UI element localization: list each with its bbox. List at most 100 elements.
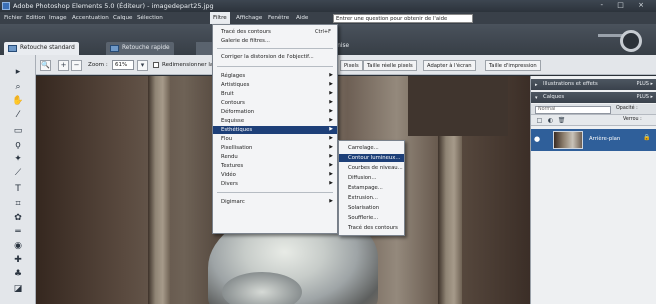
submenu-item-courbes-niveau[interactable]: Courbes de niveau... (339, 164, 404, 172)
menu-item-trace-contours[interactable]: Tracé des contours Ctrl+F (213, 28, 337, 36)
submenu-item-carrelage[interactable]: Carrelage... (339, 144, 404, 152)
menu-item-label: Digimarc (221, 199, 245, 205)
tab-third[interactable] (196, 42, 212, 55)
menu-item-artistiques[interactable]: Artistiques ▶ (213, 81, 337, 89)
submenu-item-extrusion[interactable]: Extrusion... (339, 194, 404, 202)
menu-fichier[interactable]: Fichier (4, 15, 22, 21)
menu-fenetre[interactable]: Fenêtre (268, 15, 289, 21)
menu-separator (217, 48, 333, 49)
menu-calque[interactable]: Calque (113, 15, 132, 21)
zoom-slider-icon[interactable]: ▾ (137, 60, 148, 71)
submenu-item-solarisation[interactable]: Solarisation (339, 204, 404, 212)
layers-palette-header[interactable]: ▾ Calques PLUS ▸ (531, 92, 656, 103)
window-controls[interactable]: - □ × (601, 1, 650, 9)
tab-label: Retouche rapide (122, 45, 170, 51)
quick-fix-icon (110, 45, 119, 52)
menu-item-label: Réglages (221, 73, 246, 79)
submenu-item-contour-lumineux[interactable]: Contour lumineux... (339, 154, 404, 162)
layer-name: Arrière-plan (589, 136, 621, 142)
menu-item-bruit[interactable]: Bruit ▶ (213, 90, 337, 98)
resize-window-checkbox[interactable] (153, 62, 159, 68)
new-layer-icon[interactable]: □ (535, 116, 544, 125)
magic-wand-icon[interactable]: ✦ (11, 153, 25, 166)
adjustment-layer-icon[interactable]: ◐ (546, 116, 555, 125)
marquee-tool-icon[interactable]: ▭ (11, 125, 25, 138)
menu-item-esquisse[interactable]: Esquisse ▶ (213, 117, 337, 125)
menu-item-label: Galerie de filtres... (221, 38, 270, 44)
print-size-button[interactable]: Taille d'impression (485, 60, 541, 71)
menu-edition[interactable]: Edition (26, 15, 45, 21)
fit-screen-button[interactable]: Adapter à l'écran (423, 60, 476, 71)
menu-item-corriger-distorsion[interactable]: Corriger la distorsion de l'objectif... (213, 53, 337, 61)
zoom-tool-icon[interactable]: 🔍 (40, 60, 51, 71)
submenu-arrow-icon: ▶ (329, 136, 333, 141)
submenu-arrow-icon: ▶ (329, 163, 333, 168)
blend-mode-select[interactable]: Normal (535, 106, 611, 114)
clone-stamp-icon[interactable]: ♣ (11, 268, 25, 281)
effects-palette-header[interactable]: ▸ Illustrations et effets PLUS ▸ (531, 79, 656, 90)
straighten-tool-icon[interactable]: ═ (11, 226, 25, 239)
brush-selection-icon[interactable]: ⟋ (11, 167, 25, 180)
pixels-button[interactable]: Pixels (340, 60, 363, 71)
hand-tool-icon[interactable]: ✋ (11, 95, 25, 108)
zoom-in-icon[interactable]: + (58, 60, 69, 71)
menu-item-divers[interactable]: Divers ▶ (213, 180, 337, 188)
eraser-tool-icon[interactable]: ◪ (11, 283, 25, 296)
layers-more-button[interactable]: PLUS ▸ (637, 94, 653, 100)
tab-retouche-standard[interactable]: Retouche standard (4, 42, 79, 55)
menu-item-esthetiques[interactable]: Esthétiques ▶ (213, 126, 337, 134)
menu-item-flou[interactable]: Flou ▶ (213, 135, 337, 143)
help-search-input[interactable]: Entrer une question pour obtenir de l'ai… (333, 14, 473, 23)
visibility-eye-icon[interactable]: ● (534, 135, 540, 143)
menu-item-label: Vidéo (221, 172, 236, 178)
menu-item-label: Rendu (221, 154, 238, 160)
menu-accentuation[interactable]: Accentuation (72, 15, 109, 21)
menu-item-galerie-filtres[interactable]: Galerie de filtres... (213, 37, 337, 45)
menu-item-pixellisation[interactable]: Pixellisation ▶ (213, 144, 337, 152)
effects-more-button[interactable]: PLUS ▸ (637, 81, 653, 87)
menu-item-label: Flou (221, 136, 233, 142)
menu-item-reglages[interactable]: Réglages ▶ (213, 72, 337, 80)
menu-selection[interactable]: Sélection (137, 15, 163, 21)
cookie-cutter-icon[interactable]: ✿ (11, 212, 25, 225)
move-tool-icon[interactable]: ▸ (11, 66, 25, 79)
layer-row[interactable]: ● Arrière-plan 🔒 (531, 129, 656, 151)
submenu-item-estampage[interactable]: Estampage... (339, 184, 404, 192)
resize-window-label: Redimensionner la (162, 62, 214, 68)
column-left (148, 76, 170, 304)
red-eye-tool-icon[interactable]: ◉ (11, 240, 25, 253)
camera-logo-icon (598, 28, 650, 52)
menu-item-rendu[interactable]: Rendu ▶ (213, 153, 337, 161)
actual-pixels-button[interactable]: Taille réelle pixels (363, 60, 417, 71)
zoom-input[interactable]: 61% (112, 60, 134, 70)
submenu-item-soufflerie[interactable]: Soufflerie... (339, 214, 404, 222)
window-title: Adobe Photoshop Elements 5.0 (Éditeur) -… (13, 2, 214, 10)
menu-item-video[interactable]: Vidéo ▶ (213, 171, 337, 179)
layers-options: Normal Opacité : (531, 104, 656, 115)
tab-retouche-rapide[interactable]: Retouche rapide (106, 42, 174, 55)
menu-filtre[interactable]: Filtre (210, 12, 230, 24)
submenu-arrow-icon: ▶ (329, 172, 333, 177)
type-tool-icon[interactable]: T (11, 183, 25, 196)
menu-image[interactable]: Image (49, 15, 67, 21)
menu-item-deformation[interactable]: Déformation ▶ (213, 108, 337, 116)
menu-bar: Fichier Edition Image Accentuation Calqu… (0, 12, 656, 24)
submenu-item-trace-contours[interactable]: Tracé des contours (339, 224, 404, 232)
layer-thumbnail (553, 131, 583, 149)
submenu-item-diffusion[interactable]: Diffusion... (339, 174, 404, 182)
menu-item-digimarc[interactable]: Digimarc ▶ (213, 198, 337, 206)
expand-triangle-icon: ▸ (535, 82, 538, 88)
crop-tool-icon[interactable]: ⌗ (11, 198, 25, 211)
zoom-out-icon[interactable]: − (71, 60, 82, 71)
zoom-tool-icon[interactable]: ⌕ (11, 81, 25, 94)
lasso-tool-icon[interactable]: ϙ (11, 139, 25, 152)
menu-item-label: Pixellisation (221, 145, 253, 151)
eyedropper-icon[interactable]: ⁄ (11, 109, 25, 122)
menu-item-label: Esquisse (221, 118, 245, 124)
menu-aide[interactable]: Aide (296, 15, 308, 21)
menu-item-contours[interactable]: Contours ▶ (213, 99, 337, 107)
delete-layer-icon[interactable]: 🗑 (557, 116, 566, 125)
menu-item-textures[interactable]: Textures ▶ (213, 162, 337, 170)
healing-brush-icon[interactable]: ✚ (11, 254, 25, 267)
menu-affichage[interactable]: Affichage (236, 15, 262, 21)
